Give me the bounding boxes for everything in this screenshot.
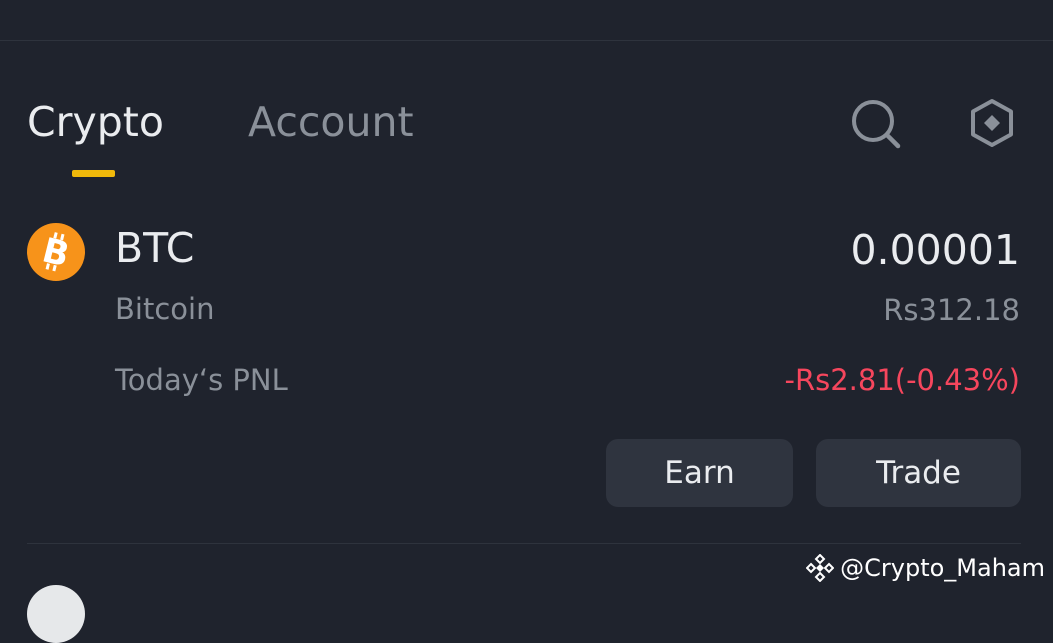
trade-button[interactable]: Trade (816, 439, 1021, 507)
tab-crypto[interactable]: Crypto (27, 96, 164, 148)
earn-button[interactable]: Earn (606, 439, 793, 507)
coin-balance: 0.00001 (850, 226, 1020, 274)
watermark: @Crypto_Maham (806, 550, 1045, 586)
top-divider (0, 40, 1053, 41)
bitcoin-icon: B (27, 223, 85, 281)
pnl-value: -Rs2.81(-0.43%) (784, 363, 1020, 397)
coin-symbol: BTC (115, 224, 195, 272)
active-tab-indicator (72, 170, 115, 177)
pnl-label: Today‘s PNL (115, 363, 288, 397)
watermark-text: @Crypto_Maham (840, 554, 1045, 582)
tab-account[interactable]: Account (248, 96, 414, 148)
fiat-value: Rs312.18 (883, 293, 1020, 327)
row-divider (27, 543, 1021, 544)
hexagon-settings-icon[interactable] (968, 97, 1016, 149)
next-coin-icon (27, 585, 85, 643)
search-icon[interactable] (849, 97, 903, 151)
coin-name: Bitcoin (115, 292, 215, 326)
binance-diamond-icon (806, 554, 835, 582)
